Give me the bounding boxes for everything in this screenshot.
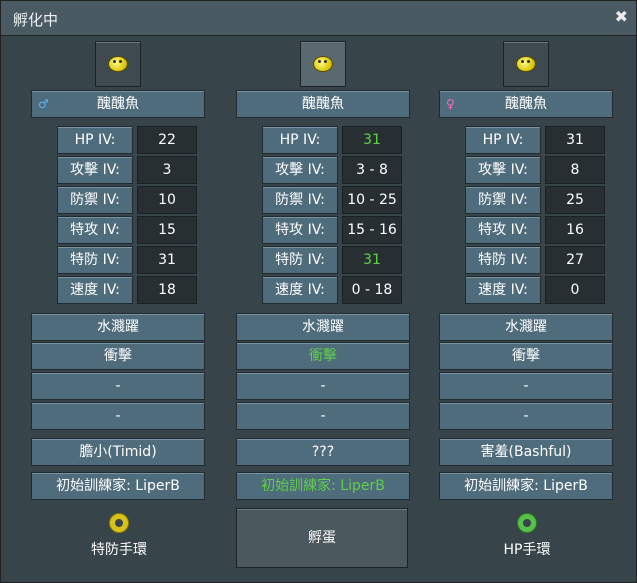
iv-value: 31 (545, 126, 605, 154)
pokemon-slot-middle[interactable] (300, 41, 346, 87)
move-slot-2: 衝擊 (439, 342, 613, 370)
female-icon: ♀ (446, 97, 455, 111)
iv-value: 31 (342, 246, 402, 274)
iv-value: 25 (545, 186, 605, 214)
move-slot-3: - (31, 372, 205, 400)
iv-value: 31 (137, 246, 197, 274)
window-title: 孵化中 (13, 11, 59, 29)
iv-label: 攻擊 IV: (57, 156, 133, 184)
iv-value: 15 (137, 216, 197, 244)
iv-label: 攻擊 IV: (262, 156, 338, 184)
iv-label: 防禦 IV: (465, 186, 541, 214)
iv-label: 速度 IV: (262, 276, 338, 304)
feebas-icon (108, 56, 128, 72)
power-weight-icon (517, 513, 537, 533)
iv-value: 3 - 8 (342, 156, 402, 184)
pokemon-slot-left[interactable] (95, 41, 141, 87)
move-slot-1: 水濺躍 (439, 313, 613, 341)
iv-value: 10 - 25 (342, 186, 402, 214)
iv-label: 防禦 IV: (262, 186, 338, 214)
feebas-icon (313, 56, 333, 72)
move-slot-4: - (236, 402, 410, 430)
iv-label: 特防 IV: (262, 246, 338, 274)
egg-column-middle: 醜醜魚 HP IV: 31 攻擊 IV: 3 - 8 防禦 IV: 10 - 25 特… (236, 35, 416, 575)
held-item-right: HP手環 (467, 513, 587, 559)
iv-label: 特防 IV: (465, 246, 541, 274)
move-slot-3: - (236, 372, 410, 400)
bracer-icon (109, 513, 129, 533)
pokemon-name-label: 醜醜魚 (302, 96, 344, 112)
move-slot-2: 衝擊 (236, 342, 410, 370)
pokemon-name-left: ♂ 醜醜魚 (31, 90, 205, 118)
parent-column-right: ♀ 醜醜魚 HP IV: 31 攻擊 IV: 8 防禦 IV: 25 特攻 IV: 16… (439, 35, 619, 575)
iv-value: 0 (545, 276, 605, 304)
move-slot-4: - (31, 402, 205, 430)
iv-value: 22 (137, 126, 197, 154)
iv-label: HP IV: (57, 126, 133, 154)
held-item-left: 特防手環 (59, 513, 179, 559)
feebas-icon (516, 56, 536, 72)
iv-label: HP IV: (465, 126, 541, 154)
nature-label: ??? (236, 438, 410, 466)
iv-value: 16 (545, 216, 605, 244)
iv-label: 速度 IV: (465, 276, 541, 304)
iv-label: 防禦 IV: (57, 186, 133, 214)
pokemon-name-middle: 醜醜魚 (236, 90, 410, 118)
iv-value: 31 (342, 126, 402, 154)
iv-label: 特攻 IV: (465, 216, 541, 244)
pokemon-name-right: ♀ 醜醜魚 (439, 90, 613, 118)
iv-label: HP IV: (262, 126, 338, 154)
iv-label: 特攻 IV: (57, 216, 133, 244)
original-trainer: 初始訓練家: LiperB (31, 472, 205, 500)
move-slot-1: 水濺躍 (236, 313, 410, 341)
nature-label: 膽小(Timid) (31, 438, 205, 466)
iv-label: 攻擊 IV: (465, 156, 541, 184)
hatching-window: 孵化中 ✖ ♂ 醜醜魚 HP IV: 22 攻擊 IV: 3 防禦 IV: 10 特攻… (0, 0, 637, 583)
title-bar[interactable]: 孵化中 ✖ (1, 1, 636, 36)
iv-label: 速度 IV: (57, 276, 133, 304)
iv-label: 特攻 IV: (262, 216, 338, 244)
nature-label: 害羞(Bashful) (439, 438, 613, 466)
iv-value: 8 (545, 156, 605, 184)
iv-label: 特防 IV: (57, 246, 133, 274)
held-item-name: HP手環 (503, 542, 551, 558)
close-icon[interactable]: ✖ (615, 7, 628, 26)
pokemon-name-label: 醜醜魚 (505, 96, 547, 112)
original-trainer: 初始訓練家: LiperB (439, 472, 613, 500)
iv-value: 0 - 18 (342, 276, 402, 304)
iv-value: 18 (137, 276, 197, 304)
move-slot-1: 水濺躍 (31, 313, 205, 341)
iv-value: 15 - 16 (342, 216, 402, 244)
original-trainer: 初始訓練家: LiperB (236, 472, 410, 500)
held-item-name: 特防手環 (91, 542, 147, 558)
iv-value: 10 (137, 186, 197, 214)
move-slot-2: 衝擊 (31, 342, 205, 370)
hatch-button[interactable]: 孵蛋 (236, 508, 408, 568)
pokemon-name-label: 醜醜魚 (97, 96, 139, 112)
parent-column-left: ♂ 醜醜魚 HP IV: 22 攻擊 IV: 3 防禦 IV: 10 特攻 IV: 15… (31, 35, 211, 575)
move-slot-4: - (439, 402, 613, 430)
male-icon: ♂ (38, 97, 49, 111)
iv-value: 3 (137, 156, 197, 184)
move-slot-3: - (439, 372, 613, 400)
pokemon-slot-right[interactable] (503, 41, 549, 87)
iv-value: 27 (545, 246, 605, 274)
